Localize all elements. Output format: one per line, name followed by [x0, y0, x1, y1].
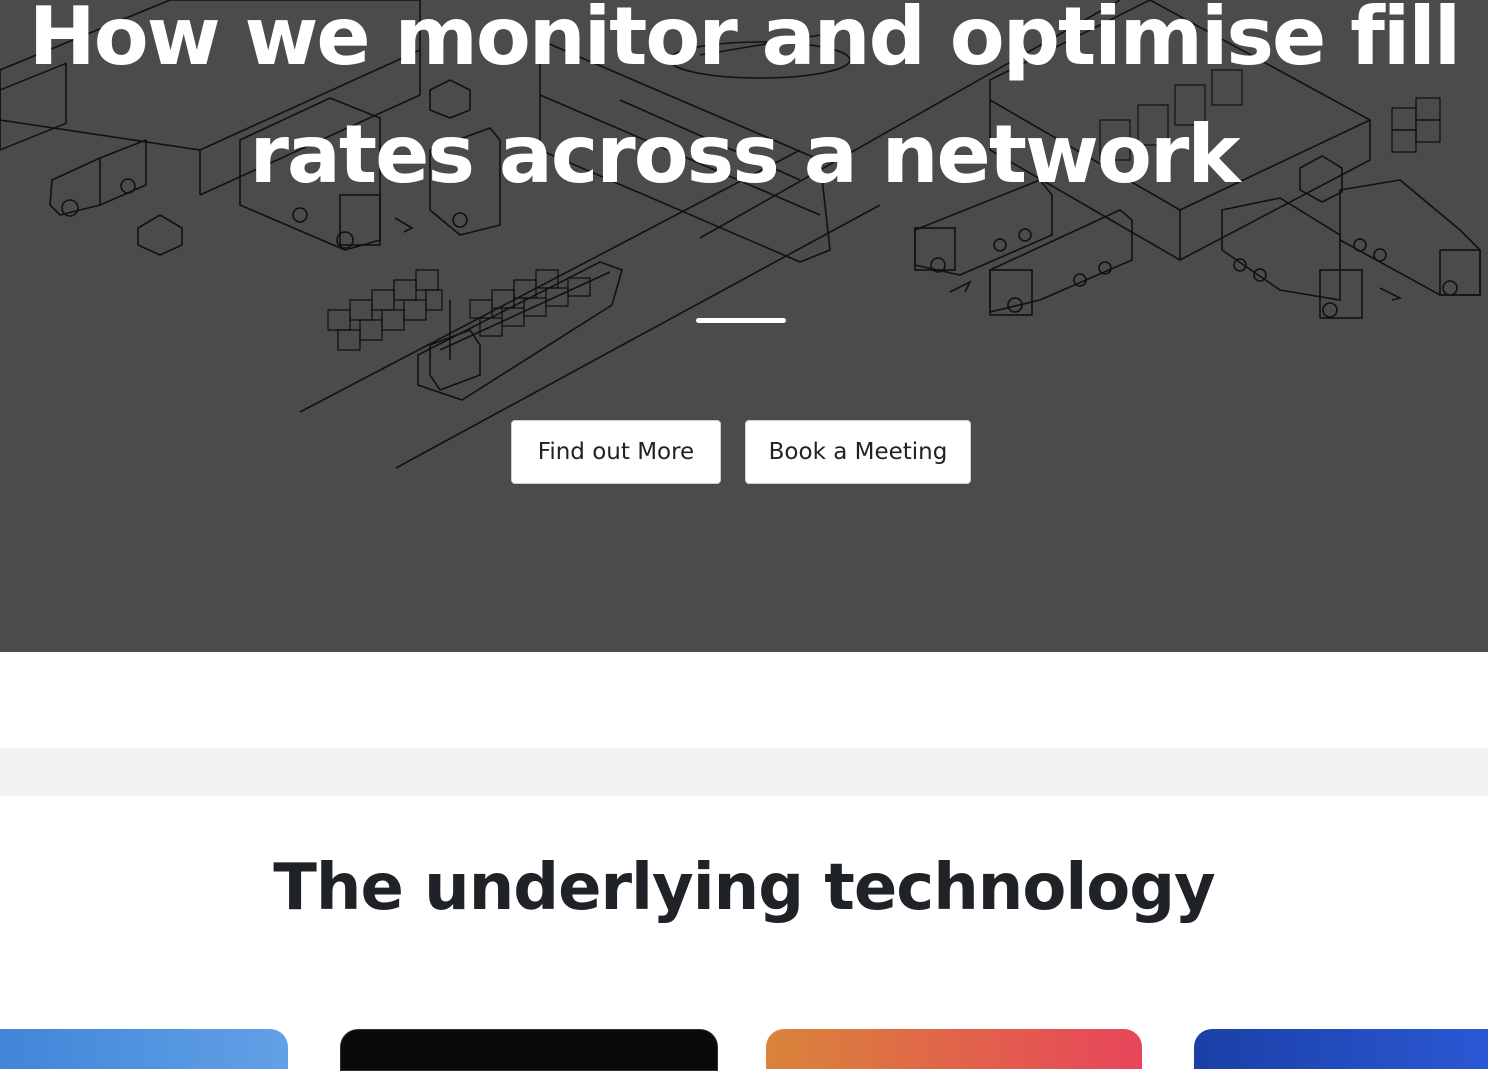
- book-meeting-button[interactable]: Book a Meeting: [745, 420, 971, 484]
- technology-card-4[interactable]: [1194, 1029, 1488, 1069]
- technology-card-3[interactable]: [766, 1029, 1142, 1069]
- hero-divider: [696, 318, 786, 323]
- technology-card-2[interactable]: [340, 1029, 718, 1071]
- hero-section: How we monitor and optimise fill rates a…: [0, 0, 1488, 652]
- technology-card-1[interactable]: [0, 1029, 288, 1069]
- section-separator-band: [0, 748, 1488, 796]
- find-out-more-button[interactable]: Find out More: [511, 420, 721, 484]
- hero-title: How we monitor and optimise fill rates a…: [28, 0, 1461, 201]
- technology-section-title: The underlying technology: [273, 851, 1216, 925]
